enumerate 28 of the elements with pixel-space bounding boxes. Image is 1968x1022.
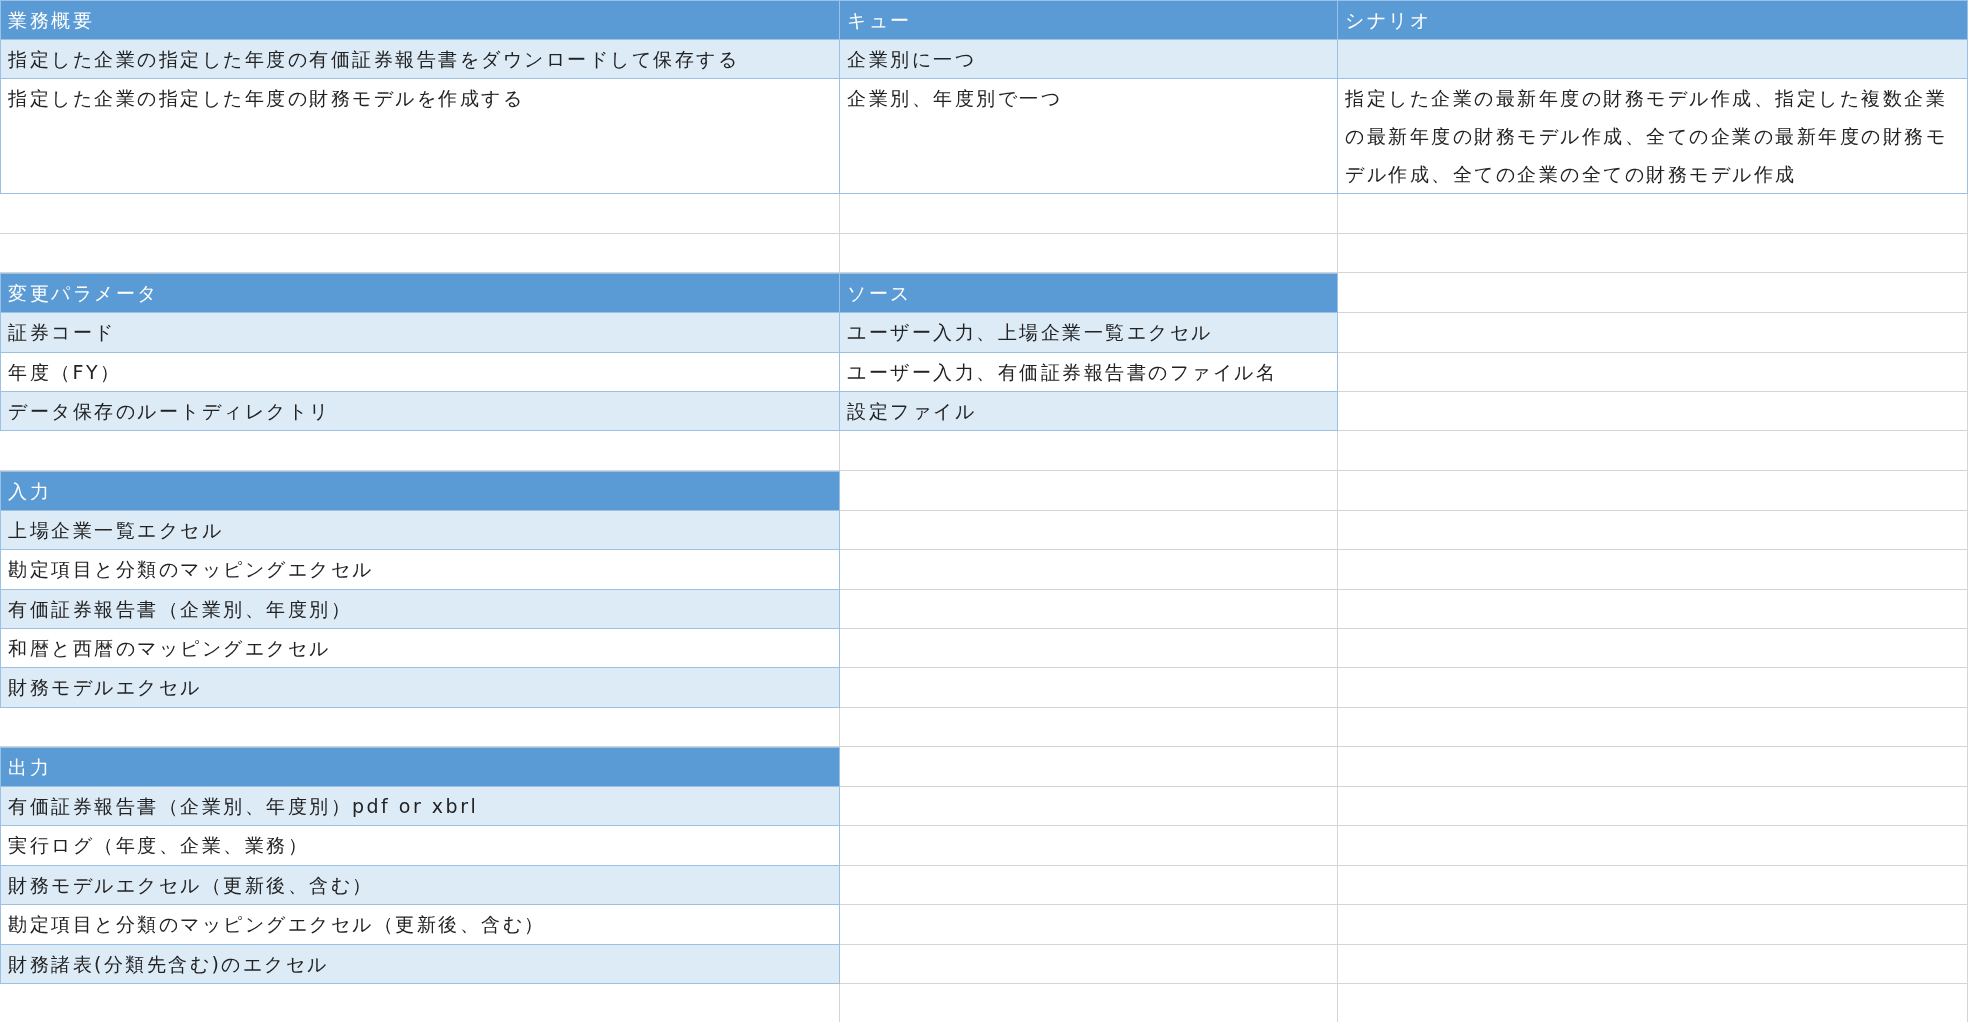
table-cell: 財務諸表(分類先含む)のエクセル — [0, 944, 840, 985]
table-cell: 勘定項目と分類のマッピングエクセル — [0, 550, 840, 590]
table-cell: 企業別に一つ — [840, 40, 1338, 80]
column-header: ソース — [840, 273, 1338, 314]
table-cell: 有価証券報告書（企業別、年度別）pdf or xbrl — [0, 787, 840, 827]
table-cell: 実行ログ（年度、企業、業務） — [0, 826, 840, 866]
table-cell: ユーザー入力、上場企業一覧エクセル — [840, 313, 1338, 353]
table-cell: 有価証券報告書（企業別、年度別） — [0, 589, 840, 629]
column-header: シナリオ — [1338, 0, 1968, 40]
column-header: 出力 — [0, 747, 840, 788]
table-cell: 上場企業一覧エクセル — [0, 510, 840, 551]
table-cell: 財務モデルエクセル — [0, 668, 840, 708]
table-cell: 和暦と西暦のマッピングエクセル — [0, 628, 840, 669]
table-cell: 設定ファイル — [840, 391, 1338, 432]
table-cell: 財務モデルエクセル（更新後、含む） — [0, 865, 840, 906]
table-cell: 年度（FY） — [0, 352, 840, 392]
column-header: 業務概要 — [0, 0, 840, 40]
table-cell: 指定した企業の指定した年度の財務モデルを作成する — [0, 79, 840, 195]
column-header: 入力 — [0, 470, 840, 511]
table-cell: 指定した企業の最新年度の財務モデル作成、指定した複数企業の最新年度の財務モデル作成、全ての企業の最新年度の財務モデル作成、全ての企業の全ての財務モデル作成 — [1338, 79, 1968, 195]
table-cell: 証券コード — [0, 313, 840, 353]
table-cell: 企業別、年度別で一つ — [840, 79, 1338, 195]
column-header: キュー — [840, 0, 1338, 40]
table-cell: 指定した企業の指定した年度の有価証券報告書をダウンロードして保存する — [0, 40, 840, 80]
column-header: 変更パラメータ — [0, 273, 840, 314]
table-cell: データ保存のルートディレクトリ — [0, 391, 840, 432]
table-cell: 勘定項目と分類のマッピングエクセル（更新後、含む） — [0, 905, 840, 945]
table-cell: ユーザー入力、有価証券報告書のファイル名 — [840, 352, 1338, 392]
